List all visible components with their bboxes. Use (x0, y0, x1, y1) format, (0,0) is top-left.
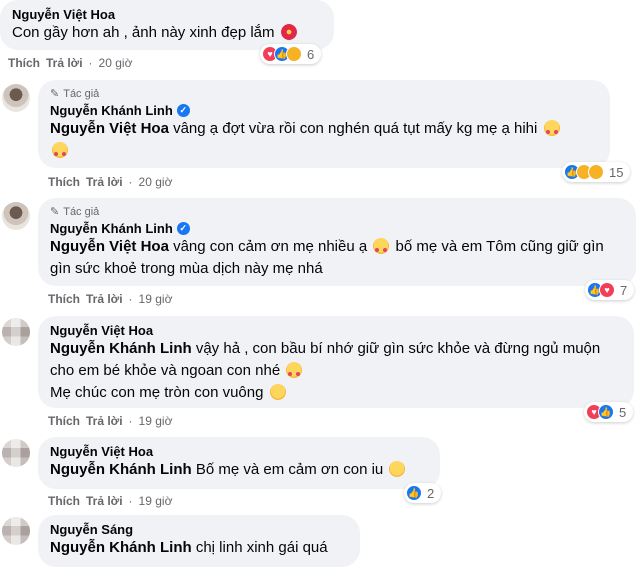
separator-dot: · (88, 56, 93, 70)
comment-actions: Thích Trả lời · 19 giờ (48, 292, 172, 306)
mention-link[interactable]: Nguyễn Việt Hoa (50, 120, 169, 137)
comment-text: Con gầy hơn ah , ảnh này xinh đẹp lắm (12, 24, 275, 41)
love-icon: ♥ (599, 282, 615, 298)
like-icon: 👍 (406, 485, 422, 501)
separator-dot: · (128, 494, 133, 508)
like-button[interactable]: Thích (48, 494, 80, 508)
author-tag: Tác giả (63, 205, 100, 218)
comment-5: Nguyễn Việt Hoa Nguyễn Khánh Linh Bố mẹ … (0, 437, 644, 509)
comment-time[interactable]: 19 giờ (139, 414, 173, 428)
pencil-icon: ✎ (50, 88, 60, 100)
comment-bubble: Nguyễn Việt Hoa Con gầy hơn ah , ảnh này… (0, 0, 334, 50)
mention-link[interactable]: Nguyễn Việt Hoa (50, 238, 169, 255)
smile-emoji-icon (269, 384, 286, 400)
comment-actions: Thích Trả lời · 19 giờ (48, 414, 172, 428)
reaction-summary[interactable]: 👍 15 (562, 162, 631, 182)
comment-time[interactable]: 19 giờ (139, 292, 173, 306)
comment-author[interactable]: Nguyễn Việt Hoa (50, 323, 153, 338)
mention-link[interactable]: Nguyễn Khánh Linh (50, 461, 192, 478)
flower-emoji-icon (280, 24, 297, 40)
reply-button[interactable]: Trả lời (86, 414, 123, 428)
comment-author[interactable]: Nguyễn Việt Hoa (12, 7, 115, 22)
comment-actions: Thích Trả lời · 20 giờ (8, 56, 132, 70)
smiling-hearts-emoji-icon (543, 120, 560, 136)
like-button[interactable]: Thích (48, 414, 80, 428)
comment-4: Nguyễn Việt Hoa Nguyễn Khánh Linh vậy hả… (0, 316, 644, 432)
comment-3: ✎ Tác giả Nguyễn Khánh Linh ✓ Nguyễn Việ… (0, 198, 644, 310)
reply-button[interactable]: Trả lời (46, 56, 83, 70)
reaction-count: 5 (619, 404, 627, 420)
reaction-summary[interactable]: 👍 2 (404, 483, 442, 503)
avatar[interactable] (2, 84, 30, 112)
comment-bubble: ✎ Tác giả Nguyễn Khánh Linh ✓ Nguyễn Việ… (38, 198, 636, 286)
comment-2: ✎ Tác giả Nguyễn Khánh Linh ✓ Nguyễn Việ… (0, 80, 644, 192)
avatar[interactable] (2, 318, 30, 346)
mention-link[interactable]: Nguyễn Khánh Linh (50, 539, 192, 556)
like-button[interactable]: Thích (48, 292, 80, 306)
haha-icon (588, 164, 604, 180)
reaction-summary[interactable]: ♥ 👍 5 (584, 402, 634, 422)
pencil-icon: ✎ (50, 206, 60, 218)
comment-text: chị linh xinh gái quá (191, 539, 328, 556)
comment-bubble: ✎ Tác giả Nguyễn Khánh Linh ✓ Nguyễn Việ… (38, 80, 610, 168)
reaction-count: 15 (609, 164, 624, 180)
separator-dot: · (128, 175, 133, 189)
comment-time[interactable]: 20 giờ (99, 56, 133, 70)
comment-actions: Thích Trả lời · 19 giờ (48, 494, 172, 508)
separator-dot: · (128, 292, 133, 306)
author-tag: Tác giả (63, 87, 100, 100)
separator-dot: · (128, 414, 133, 428)
smiling-hearts-emoji-icon (286, 362, 303, 378)
reaction-summary[interactable]: ♥ 👍 6 (260, 44, 322, 64)
smiling-hearts-emoji-icon (52, 142, 68, 158)
comment-bubble: Nguyễn Việt Hoa Nguyễn Khánh Linh Bố mẹ … (38, 437, 440, 489)
reaction-summary[interactable]: 👍 ♥ 7 (585, 280, 635, 300)
reaction-count: 7 (620, 282, 628, 298)
comment-author[interactable]: Nguyễn Việt Hoa (50, 444, 153, 459)
comment-text: vâng con cảm ơn mẹ nhiều ạ (168, 238, 368, 255)
reaction-count: 2 (427, 485, 435, 501)
verified-badge-icon: ✓ (176, 222, 190, 235)
comment-6: Nguyễn Sáng Nguyễn Khánh Linh chị linh x… (0, 515, 644, 570)
reply-button[interactable]: Trả lời (86, 292, 123, 306)
comment-text-continued: Mẹ chúc con mẹ tròn con vuông (50, 384, 264, 401)
comment-actions: Thích Trả lời · 20 giờ (48, 175, 172, 189)
like-icon: 👍 (598, 404, 614, 420)
avatar[interactable] (2, 202, 30, 230)
comment-text: vâng ạ đợt vừa rồi con nghén quá tụt mấy… (168, 120, 538, 137)
like-button[interactable]: Thích (48, 175, 80, 189)
haha-icon (286, 46, 302, 62)
verified-badge-icon: ✓ (176, 104, 190, 117)
comment-author[interactable]: Nguyễn Khánh Linh (50, 103, 173, 118)
comment-bubble: Nguyễn Việt Hoa Nguyễn Khánh Linh vậy hả… (38, 316, 634, 408)
avatar[interactable] (2, 439, 30, 467)
avatar[interactable] (2, 517, 30, 545)
comment-author[interactable]: Nguyễn Khánh Linh (50, 221, 173, 236)
comment-bubble: Nguyễn Sáng Nguyễn Khánh Linh chị linh x… (38, 515, 360, 567)
comment-author[interactable]: Nguyễn Sáng (50, 522, 133, 537)
like-button[interactable]: Thích (8, 56, 40, 70)
comment-time[interactable]: 19 giờ (139, 494, 173, 508)
reaction-count: 6 (307, 46, 315, 62)
comment-time[interactable]: 20 giờ (139, 175, 173, 189)
reply-button[interactable]: Trả lời (86, 175, 123, 189)
comment-1: Nguyễn Việt Hoa Con gầy hơn ah , ảnh này… (0, 0, 644, 75)
mention-link[interactable]: Nguyễn Khánh Linh (50, 340, 192, 357)
smile-emoji-icon (389, 461, 406, 477)
reply-button[interactable]: Trả lời (86, 494, 123, 508)
smiling-hearts-emoji-icon (373, 238, 390, 254)
comment-text: Bố mẹ và em cảm ơn con iu (191, 461, 384, 478)
